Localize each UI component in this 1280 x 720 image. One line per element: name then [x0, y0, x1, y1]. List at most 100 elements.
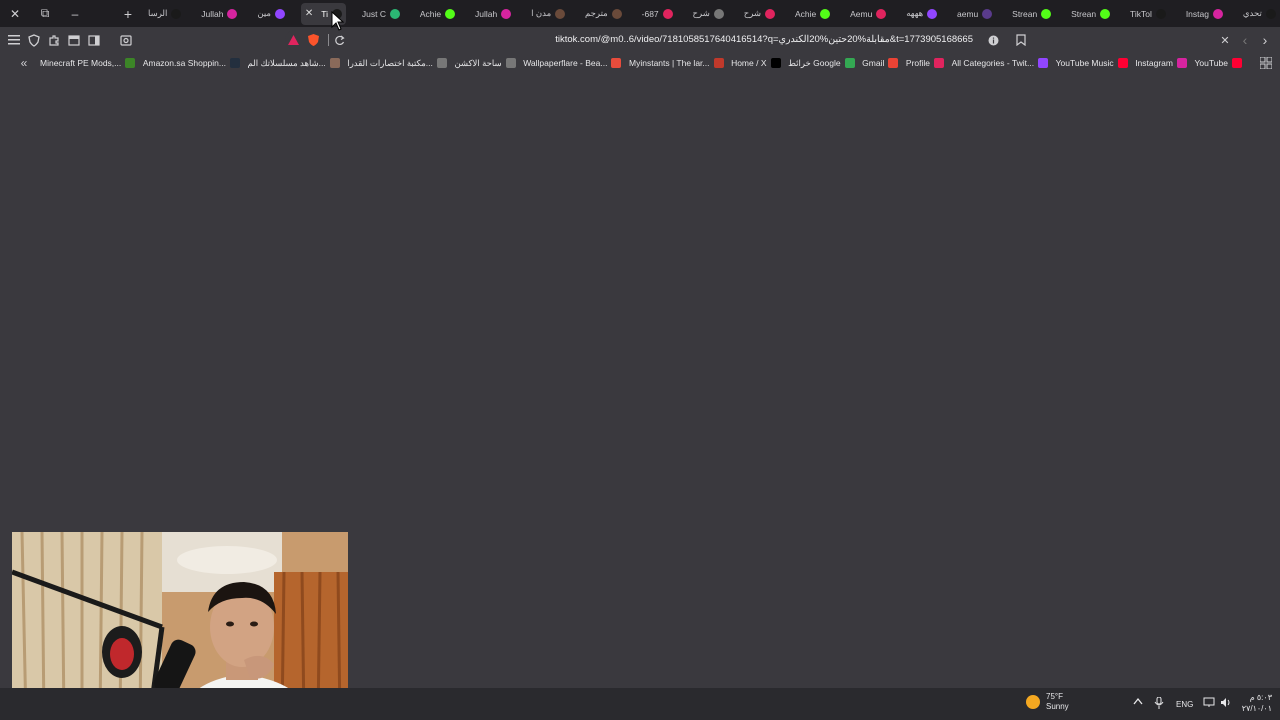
sidebar-icon [88, 34, 100, 46]
generic-site-icon [505, 58, 516, 68]
tab[interactable]: الرسا [144, 3, 185, 25]
tab[interactable]: Just C [358, 3, 404, 25]
tiktok-icon [1155, 8, 1166, 19]
bookmark-label: Wallpaperflare - Bea... [523, 58, 608, 68]
site-info-button[interactable] [985, 32, 1001, 48]
brave-shields-icon[interactable] [305, 32, 321, 48]
tab[interactable]: Achie [416, 3, 459, 25]
amazon-icon [229, 58, 240, 68]
bookmark-item[interactable]: Amazon.sa Shoppin... [143, 58, 240, 68]
address-bar[interactable]: tiktok.com/@m0..6/video/7181058517640416… [285, 30, 1027, 50]
back-button[interactable]: ‹ [1237, 32, 1253, 48]
bookmarks-collapse-button[interactable]: « [16, 55, 32, 71]
tab-strip: ✕ ⧉ – + الرسا Jullah مين ✕ Ti Just C Achie Jull… [0, 0, 1280, 27]
tab-label: -687 [641, 8, 659, 19]
close-page-button[interactable]: ✕ [1217, 32, 1233, 48]
tab[interactable]: -687 [638, 3, 677, 25]
bookmark-item[interactable]: Home / X [731, 58, 781, 68]
tab[interactable]: Strean [1067, 3, 1114, 25]
tab-label: شرح [743, 8, 762, 18]
tab[interactable]: مين [253, 3, 289, 25]
twitch-icon [927, 8, 938, 19]
language-indicator[interactable]: ENG [1176, 700, 1193, 709]
bookmark-button[interactable] [1013, 32, 1029, 48]
microphone-icon [1154, 696, 1164, 709]
bookmark-item[interactable]: Myinstants | The lar... [629, 58, 724, 68]
bookmark-item[interactable]: Wallpaperflare - Bea... [523, 58, 622, 68]
bookmark-item[interactable]: ساحة الاكشن [454, 58, 516, 69]
network-icon [1203, 697, 1215, 707]
maps-icon [844, 58, 855, 68]
bookmark-item[interactable]: خرائط Google [788, 58, 855, 69]
weather-widget[interactable]: 75°F Sunny [1026, 692, 1069, 712]
tab-close-icon[interactable]: ✕ [305, 8, 313, 19]
plus-icon: + [123, 5, 133, 22]
volume-button[interactable] [1220, 697, 1232, 710]
shield-button[interactable] [26, 32, 42, 48]
minimize-window-button[interactable]: – [60, 0, 90, 27]
tab[interactable]: Strean [1008, 3, 1055, 25]
url-text[interactable]: tiktok.com/@m0..6/video/7181058517640416… [555, 34, 973, 45]
screenshot-button[interactable] [118, 32, 134, 48]
tab[interactable]: شرح [689, 3, 728, 25]
bookmark-item[interactable]: YouTube [1195, 58, 1242, 68]
tab[interactable]: Aemu [846, 3, 890, 25]
tab[interactable]: aemu [953, 3, 996, 25]
apps-button[interactable] [1258, 55, 1274, 71]
youtube-icon [765, 8, 776, 19]
reload-button[interactable] [331, 32, 347, 48]
microphone-button[interactable] [1154, 696, 1164, 711]
tab[interactable]: Instag [1182, 3, 1227, 25]
bookmark-item[interactable]: Instagram [1135, 58, 1187, 68]
chatgpt-icon [389, 8, 400, 19]
bookmark-item[interactable]: YouTube Music [1056, 58, 1128, 68]
instagram-icon [227, 8, 238, 19]
reload-icon [334, 35, 345, 45]
bookmarks-bar: « Minecraft PE Mods,... Amazon.sa Shoppin… [0, 53, 1280, 73]
youtube-icon [662, 8, 673, 19]
kick-icon [1100, 8, 1111, 19]
brave-rewards-icon[interactable] [285, 32, 301, 48]
tab[interactable]: شرح [740, 3, 779, 25]
network-button[interactable] [1203, 697, 1215, 710]
tab-label: Ti [321, 8, 328, 19]
extensions-button[interactable] [46, 32, 62, 48]
tab-label: Instag [1185, 8, 1209, 19]
bookmark-item[interactable]: Minecraft PE Mods,... [40, 58, 136, 68]
restore-icon: ⧉ [40, 6, 50, 20]
tab-label: Just C [361, 8, 386, 19]
tab[interactable]: تحدي [1239, 3, 1280, 25]
tab[interactable]: مدن ا [527, 3, 569, 25]
tab-label: Strean [1012, 8, 1038, 19]
close-window-button[interactable]: ✕ [0, 0, 30, 27]
forward-button[interactable]: › [1257, 32, 1273, 48]
bookmark-item[interactable]: Gmail [862, 58, 899, 68]
bookmark-item[interactable]: شاهد مسلسلاتك الم... [248, 58, 340, 69]
tab[interactable]: مترجم [581, 3, 626, 25]
generic-site-icon [329, 58, 340, 68]
menu-button[interactable] [6, 32, 22, 48]
tab[interactable]: Jullah [197, 3, 241, 25]
tab[interactable]: TikTol [1126, 3, 1170, 25]
generic-site-icon [436, 58, 447, 68]
bookmark-item[interactable]: Profile [906, 58, 945, 68]
sidebar-toggle-button[interactable] [86, 32, 102, 48]
bookmark-label: شاهد مسلسلاتك الم... [247, 57, 326, 68]
tab-label: Achie [419, 8, 442, 19]
instagram-icon [1212, 8, 1223, 19]
tab[interactable]: هههه [902, 3, 941, 25]
tray-overflow-button[interactable] [1133, 697, 1143, 707]
bookmark-item[interactable]: All Categories - Twit... [952, 58, 1049, 68]
sun-icon [1026, 695, 1040, 709]
new-tab-button[interactable]: + [113, 0, 143, 27]
restore-window-button[interactable]: ⧉ [30, 0, 60, 27]
info-icon [988, 35, 998, 45]
bookmark-item[interactable]: مكتبة اختصارات القدرا... [347, 58, 447, 69]
tabs-overview-button[interactable] [66, 32, 82, 48]
system-clock[interactable]: ٥:٠٣ م ٢٧/١٠/٠١ [1238, 692, 1272, 714]
tab[interactable]: Jullah [471, 3, 515, 25]
clock-time: ٥:٠٣ م [1249, 693, 1272, 702]
bookmark-label: Myinstants | The lar... [629, 58, 710, 68]
tab[interactable]: Achie [791, 3, 834, 25]
browser-toolbar: tiktok.com/@m0..6/video/7181058517640416… [0, 27, 1280, 53]
